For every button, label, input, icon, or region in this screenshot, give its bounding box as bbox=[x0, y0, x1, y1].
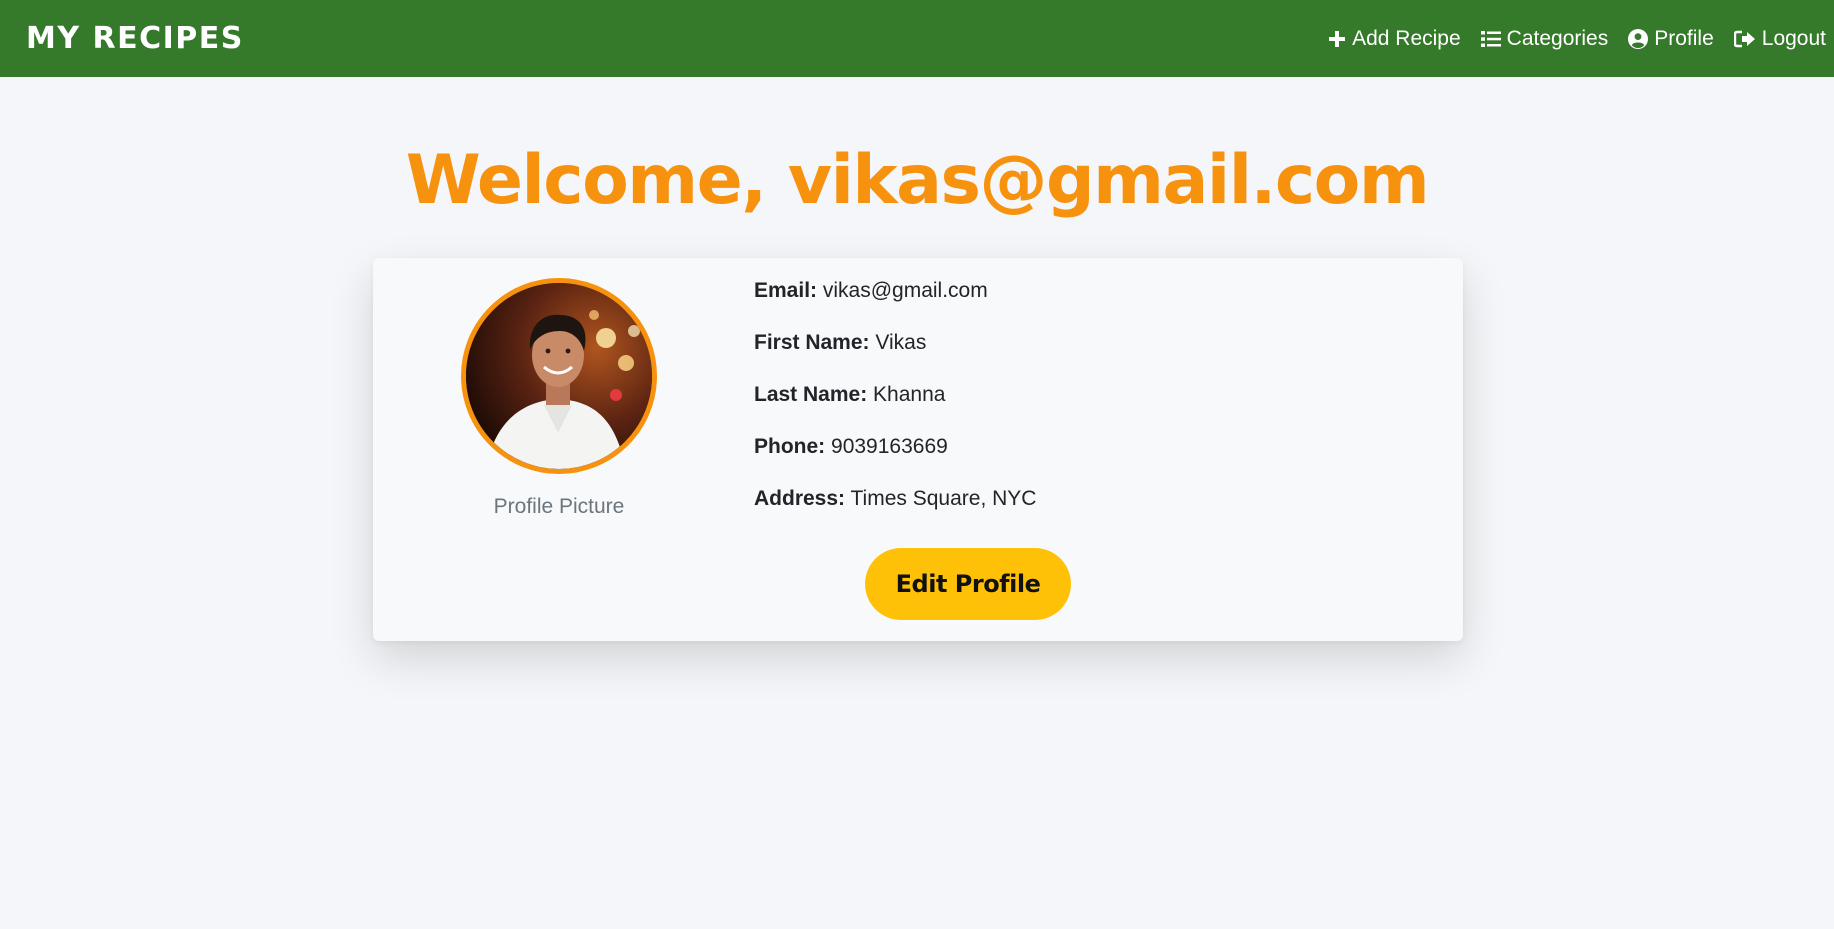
brand-logo[interactable]: MY RECIPES bbox=[26, 21, 244, 56]
nav-profile-link[interactable]: Profile bbox=[1628, 27, 1714, 51]
address-row: Address: Times Square, NYC bbox=[754, 486, 1036, 538]
list-icon bbox=[1480, 30, 1501, 48]
address-label: Address: bbox=[754, 487, 846, 510]
email-row: Email: vikas@gmail.com bbox=[754, 278, 1036, 330]
last-name-label: Last Name: bbox=[754, 383, 868, 406]
user-circle-icon bbox=[1628, 28, 1649, 49]
navbar: MY RECIPES Add Recipe Categories Profile… bbox=[0, 0, 1834, 77]
nav-logout-label: Logout bbox=[1761, 26, 1826, 50]
phone-row: Phone: 9039163669 bbox=[754, 434, 1036, 486]
nav-add-recipe-link[interactable]: Add Recipe bbox=[1328, 27, 1461, 51]
plus-icon bbox=[1328, 30, 1346, 48]
phone-label: Phone: bbox=[754, 435, 826, 458]
profile-card: Profile Picture Email: vikas@gmail.com F… bbox=[373, 258, 1463, 641]
welcome-heading: Welcome, vikas@gmail.com bbox=[405, 141, 1430, 220]
email-label: Email: bbox=[754, 279, 818, 302]
nav-categories-label: Categories bbox=[1506, 26, 1609, 50]
first-name-row: First Name: Vikas bbox=[754, 330, 1036, 382]
nav-categories-link[interactable]: Categories bbox=[1480, 26, 1609, 51]
address-value: Times Square, NYC bbox=[850, 487, 1037, 510]
last-name-row: Last Name: Khanna bbox=[754, 382, 1036, 434]
first-name-label: First Name: bbox=[754, 331, 870, 354]
last-name-value: Khanna bbox=[873, 383, 946, 406]
edit-profile-button[interactable]: Edit Profile bbox=[865, 548, 1071, 620]
nav-links: Add Recipe Categories Profile Logout bbox=[1328, 27, 1826, 51]
first-name-value: Vikas bbox=[875, 331, 927, 354]
profile-avatar bbox=[461, 278, 657, 474]
nav-logout-link[interactable]: Logout bbox=[1733, 26, 1826, 51]
nav-add-recipe-label: Add Recipe bbox=[1352, 26, 1461, 50]
profile-info: Email: vikas@gmail.com First Name: Vikas… bbox=[754, 278, 1036, 538]
profile-picture-caption: Profile Picture bbox=[493, 495, 625, 518]
email-value: vikas@gmail.com bbox=[822, 279, 988, 302]
sign-out-icon bbox=[1733, 30, 1756, 48]
phone-value: 9039163669 bbox=[831, 435, 948, 458]
nav-profile-label: Profile bbox=[1654, 26, 1714, 50]
